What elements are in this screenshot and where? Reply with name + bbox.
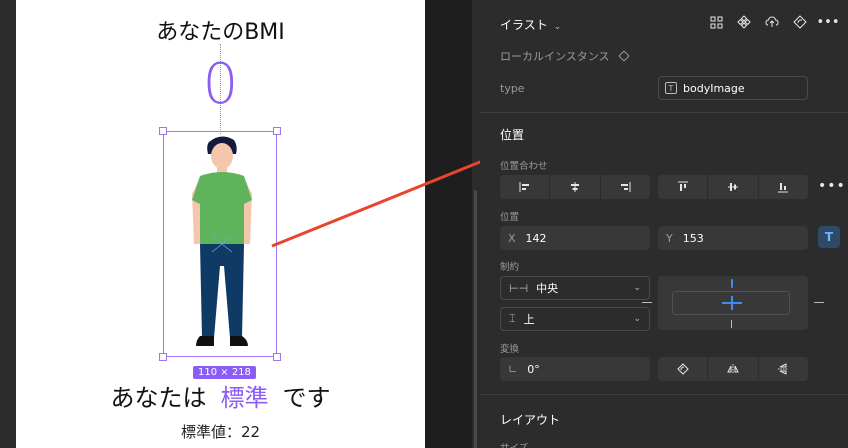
y-value: 153	[682, 231, 704, 245]
align-top-icon[interactable]	[658, 175, 709, 199]
text-icon: T	[665, 82, 677, 94]
alignment-label: 位置合わせ	[500, 161, 548, 172]
more-icon[interactable]: •••	[817, 14, 840, 30]
horizontal-constraint-select[interactable]: ⊢⊣ 中央 ⌄	[500, 276, 650, 300]
chevron-down-icon: ⌄	[553, 22, 562, 32]
transform-label: 変換	[500, 344, 520, 355]
text-pin-icon[interactable]: T	[818, 226, 840, 248]
transform-group	[658, 357, 808, 381]
local-instance-label: ローカルインスタンス	[500, 50, 610, 63]
type-label: type	[500, 82, 525, 95]
upload-icon[interactable]	[764, 14, 780, 30]
grid-icon[interactable]	[708, 14, 724, 30]
vertical-align-group	[658, 175, 808, 199]
rotate-icon[interactable]	[658, 357, 709, 381]
flip-horizontal-icon[interactable]	[708, 357, 759, 381]
rotation-value: 0°	[527, 362, 540, 376]
properties-panel: イラスト ⌄ ••• ローカルインスタンス type T bodyImage 位…	[480, 0, 848, 448]
alignment-more-icon[interactable]: •••	[818, 178, 846, 194]
component-icon[interactable]	[736, 14, 752, 30]
rotation-input[interactable]: ∟ 0°	[500, 357, 650, 381]
align-left-icon[interactable]	[500, 175, 551, 199]
chevron-down-icon: ⌄	[633, 283, 641, 293]
align-right-icon[interactable]	[601, 175, 650, 199]
constraint-widget[interactable]	[642, 276, 824, 330]
angle-icon: ∟	[508, 362, 518, 376]
constraint-bottom-line[interactable]	[731, 320, 732, 328]
divider	[480, 112, 848, 113]
align-center-h-icon[interactable]	[550, 175, 601, 199]
x-label: X	[508, 231, 516, 245]
type-value: bodyImage	[683, 81, 745, 95]
constraints-label: 制約	[500, 262, 520, 273]
y-label: Y	[666, 231, 673, 245]
horizontal-constraint-icon: ⊢⊣	[509, 281, 529, 295]
vertical-constraint-icon: ⌶	[509, 312, 516, 325]
chevron-down-icon: ⌄	[633, 314, 641, 324]
diamond-icon[interactable]	[617, 50, 630, 62]
x-input[interactable]: X 142	[500, 226, 650, 250]
layout-section-title: レイアウト	[500, 413, 561, 427]
local-instance-row: ローカルインスタンス	[500, 48, 630, 64]
position-section-title: 位置	[500, 128, 525, 142]
header-tools: •••	[708, 14, 840, 30]
horizontal-constraint-value: 中央	[536, 282, 559, 295]
app-root: あなたのBMI 0 110 × 218 あなたは 標準 です 標準値：22 イラ…	[0, 0, 848, 448]
constraint-center-v[interactable]	[731, 296, 733, 310]
align-bottom-icon[interactable]	[759, 175, 808, 199]
constraint-top-line[interactable]	[731, 279, 733, 288]
constraint-right-line[interactable]	[814, 302, 824, 303]
x-value: 142	[525, 231, 547, 245]
vertical-constraint-select[interactable]: ⌶ 上 ⌄	[500, 307, 650, 331]
layer-name: イラスト	[500, 18, 548, 32]
align-middle-icon[interactable]	[708, 175, 759, 199]
type-field[interactable]: T bodyImage	[658, 76, 808, 100]
flip-vertical-icon[interactable]	[759, 357, 808, 381]
divider	[480, 394, 848, 395]
constraint-left-line[interactable]	[642, 302, 652, 303]
vertical-constraint-value: 上	[523, 313, 535, 326]
size-label: サイズ	[500, 440, 528, 448]
y-input[interactable]: Y 153	[658, 226, 808, 250]
position-label: 位置	[500, 212, 520, 223]
reset-icon[interactable]	[792, 14, 808, 30]
horizontal-align-group	[500, 175, 650, 199]
layer-name-dropdown[interactable]: イラスト ⌄	[500, 16, 561, 33]
